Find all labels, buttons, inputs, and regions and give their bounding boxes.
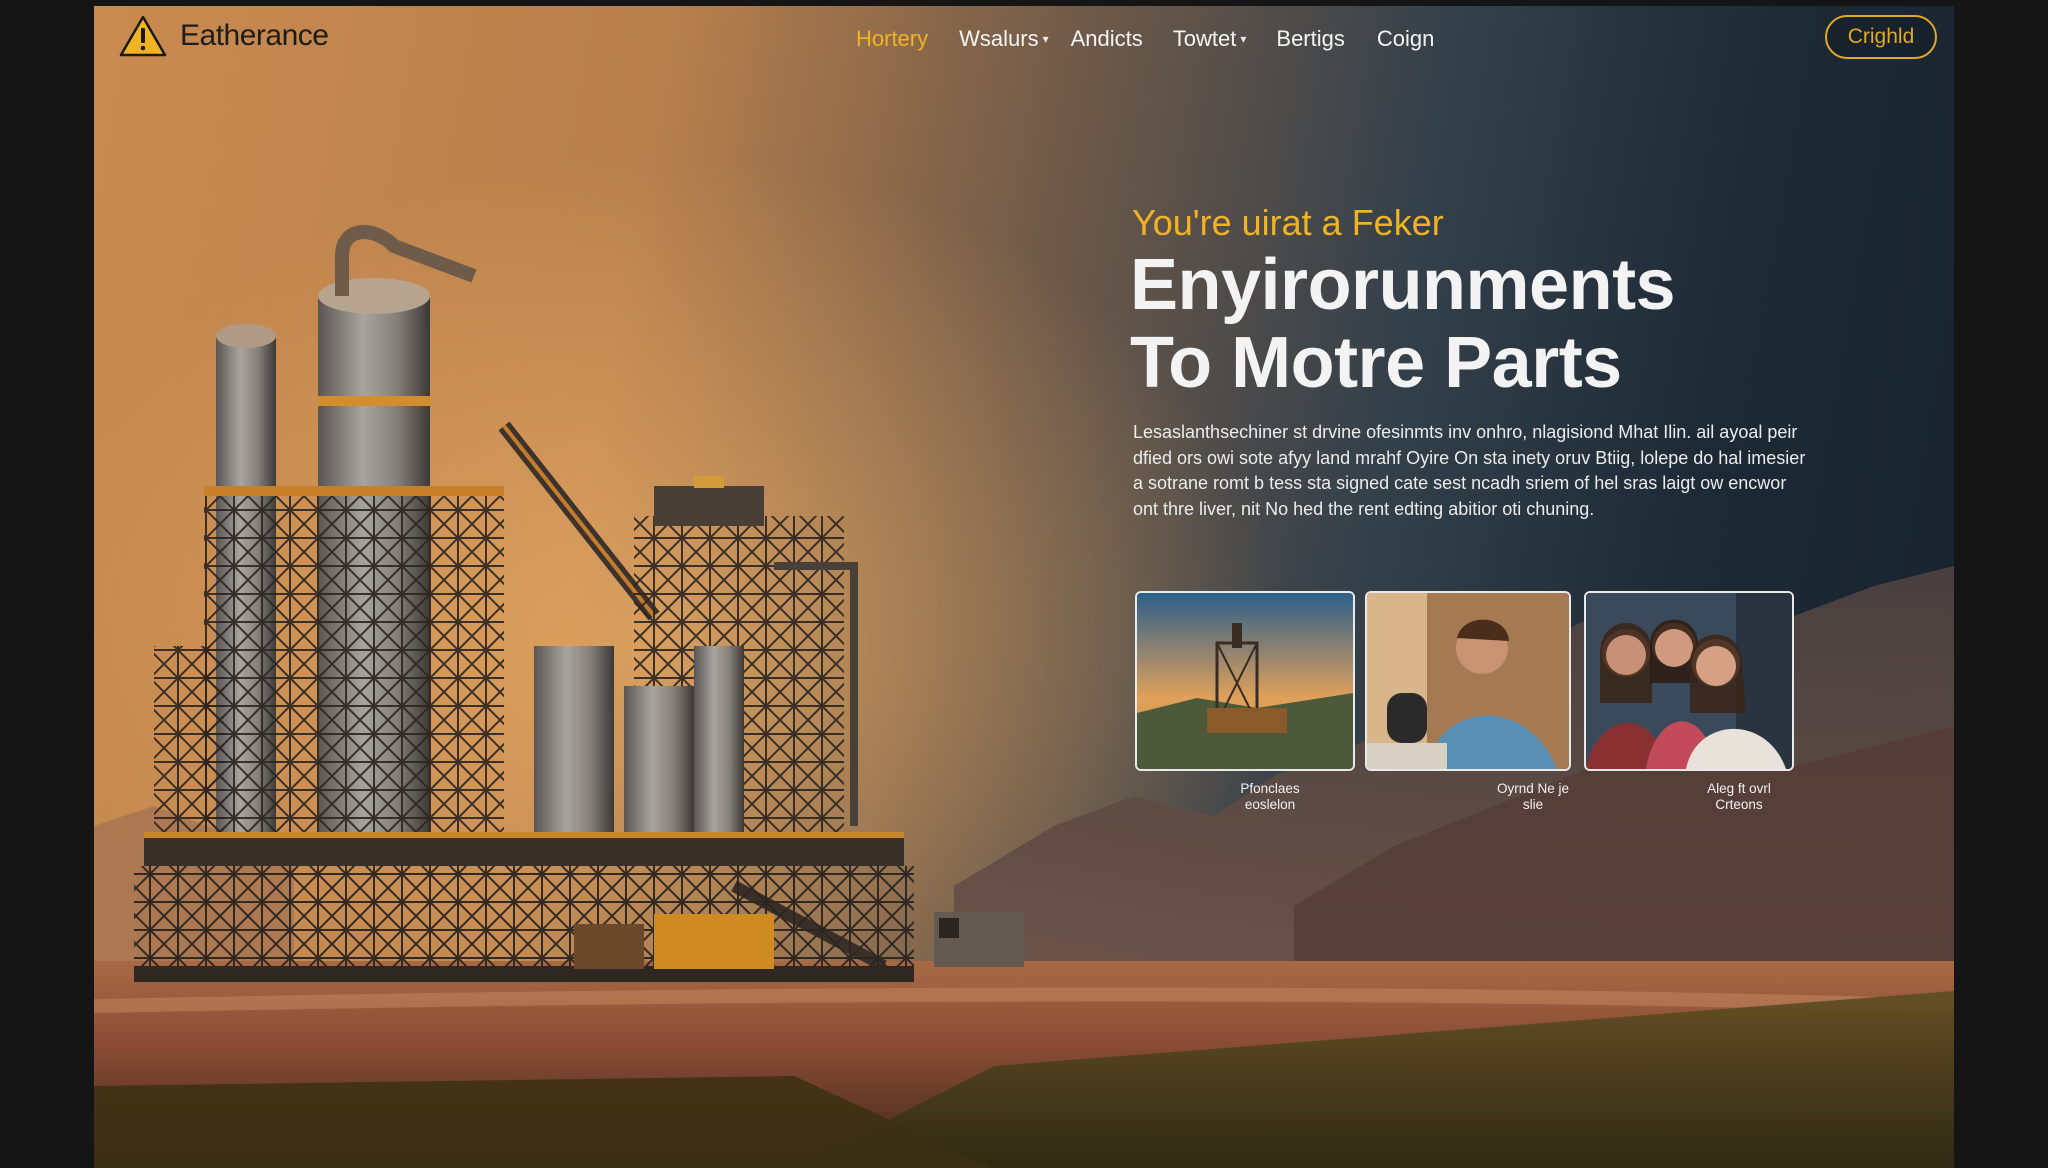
caption-line: Aleg ft ovrl	[1707, 781, 1771, 796]
main-menu: Hortery Wsalurs ▾ Andicts Towtet ▾ Berti…	[760, 26, 1434, 52]
caption-line: Oyrnd Ne je	[1496, 781, 1570, 796]
three-women-photo	[1586, 593, 1792, 769]
card-caption-2: Oyrnd Ne je slie	[1478, 781, 1588, 813]
man-working-photo	[1367, 593, 1569, 769]
nav-item-hortery[interactable]: Hortery	[856, 26, 928, 52]
caption-line: eoslelon	[1244, 797, 1296, 812]
card-caption-3: Aleg ft ovrl Crteons	[1684, 781, 1794, 813]
headline-line-1: Enyirorunments	[1130, 245, 1676, 325]
nav-item-label: Towtet	[1172, 26, 1237, 51]
feature-card-3[interactable]	[1584, 591, 1794, 771]
brand-logo[interactable]: Eatherance	[118, 14, 329, 58]
nav-item-towtet[interactable]: Towtet ▾	[1173, 26, 1247, 52]
hero-headline: Enyirorunments To Motre Parts	[1130, 245, 1676, 403]
nav-item-wsalurs[interactable]: Wsalurs ▾	[959, 26, 1048, 52]
brand-name: Eatherance	[180, 19, 329, 52]
feature-card-1[interactable]	[1135, 591, 1355, 771]
industrial-rig-photo	[1137, 593, 1353, 769]
card-caption-1: Pfonclaes eoslelon	[1215, 781, 1325, 813]
feature-card-2[interactable]	[1365, 591, 1571, 771]
hero-section: Eatherance Hortery Wsalurs ▾ Andicts Tow…	[94, 6, 1954, 1168]
caption-line: slie	[1522, 797, 1544, 812]
nav-item-bertigs[interactable]: Bertigs	[1276, 26, 1344, 52]
chevron-down-icon: ▾	[1042, 32, 1049, 46]
caption-line: Pfonclaes	[1240, 781, 1300, 796]
industrial-plant-illustration	[134, 225, 1024, 982]
nav-item-label: Andicts	[1070, 26, 1143, 51]
nav-item-coign[interactable]: Coign	[1377, 26, 1434, 52]
caption-line: Crteons	[1715, 797, 1763, 812]
nav-item-label: Bertigs	[1276, 26, 1345, 51]
nav-item-label: Hortery	[856, 26, 929, 51]
nav-item-label: Wsalurs	[959, 26, 1039, 51]
nav-item-label: Coign	[1376, 26, 1435, 51]
headline-line-2: To Motre Parts	[1130, 323, 1622, 403]
cta-button[interactable]: Crighld	[1825, 15, 1937, 59]
chevron-down-icon: ▾	[1240, 32, 1247, 46]
top-navigation: Eatherance Hortery Wsalurs ▾ Andicts Tow…	[94, 6, 1954, 76]
hero-eyebrow: You're uirat a Feker	[1132, 202, 1444, 243]
hero-description: Lesaslanthsechiner st drvine ofesinmts i…	[1133, 422, 1806, 519]
warning-triangle-icon	[119, 15, 167, 57]
nav-item-andicts[interactable]: Andicts	[1071, 26, 1143, 52]
